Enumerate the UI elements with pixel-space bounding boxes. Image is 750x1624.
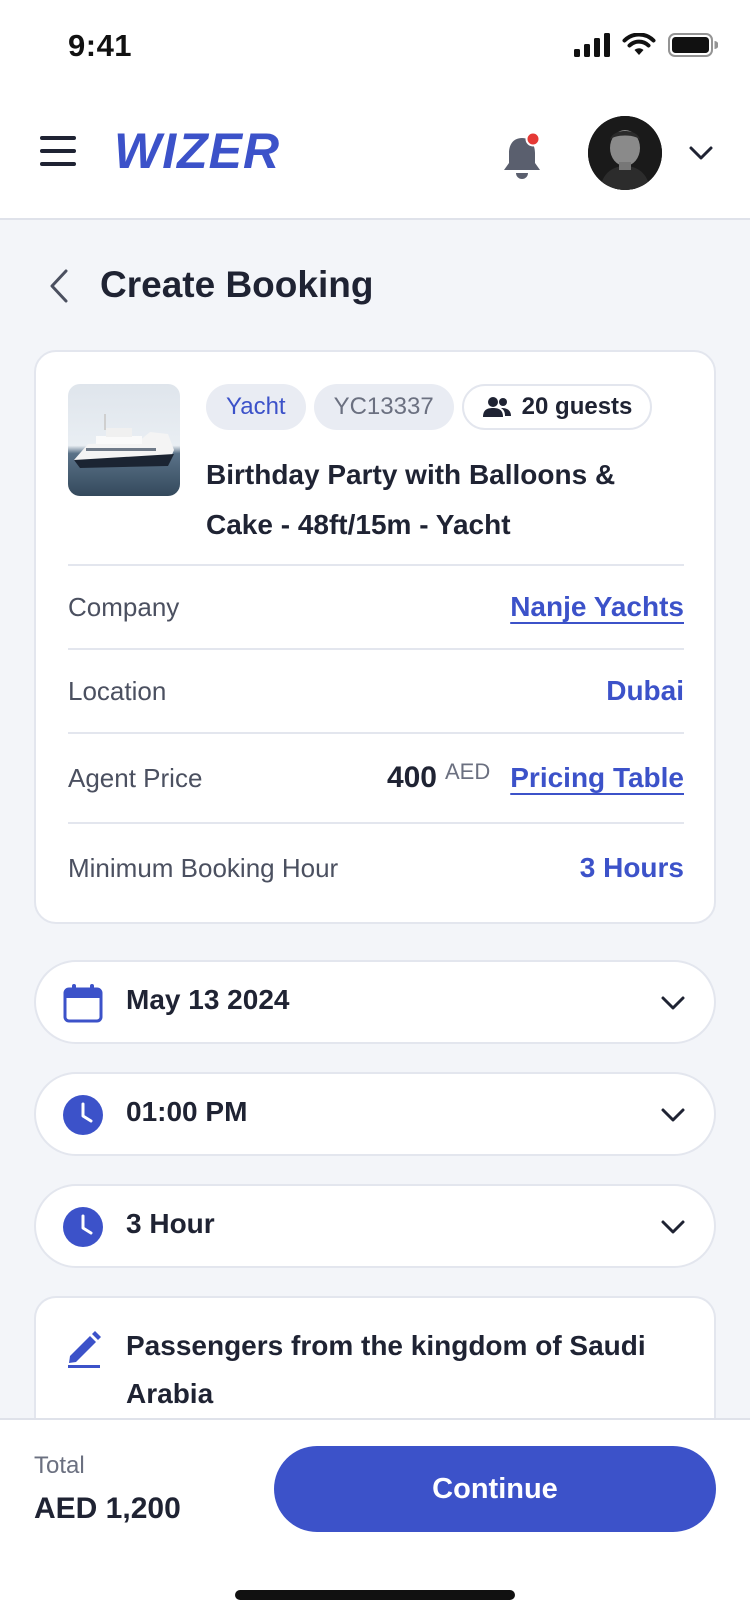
duration-select[interactable]: 3 Hour (34, 1184, 716, 1268)
guests-chip: 20 guests (461, 384, 653, 430)
yacht-thumbnail (68, 384, 180, 496)
app-bar: WIZER (0, 96, 750, 220)
company-label: Company (68, 591, 180, 622)
code-chip: YC13337 (313, 384, 454, 430)
chevron-down-icon (661, 1220, 685, 1234)
note-text: Passengers from the kingdom of Saudi Ara… (126, 1330, 646, 1409)
status-icons (574, 33, 718, 57)
pencil-icon (68, 1331, 101, 1368)
footer-bar: Total AED 1,200 Continue (0, 1418, 750, 1624)
menu-icon[interactable] (40, 136, 76, 170)
type-chip: Yacht (206, 384, 306, 430)
home-indicator (235, 1590, 515, 1600)
listing-card: Yacht YC13337 20 guests Birthday Party w… (34, 350, 716, 924)
location-value: Dubai (606, 675, 684, 706)
agent-price-label: Agent Price (68, 762, 203, 793)
continue-button[interactable]: Continue (274, 1446, 716, 1532)
chevron-down-icon (661, 996, 685, 1010)
agent-price-row: Agent Price 400 AED Pricing Table (68, 732, 684, 822)
time-value: 01:00 PM (126, 1096, 248, 1127)
page-header: Create Booking (0, 262, 750, 312)
bell-icon (504, 131, 541, 179)
clock-icon (63, 1207, 103, 1247)
company-row: Company Nanje Yachts (68, 564, 684, 648)
company-link[interactable]: Nanje Yachts (510, 591, 684, 623)
pricing-table-link[interactable]: Pricing Table (510, 762, 684, 794)
status-time: 9:41 (68, 28, 133, 63)
wifi-icon (622, 33, 656, 55)
date-value: May 13 2024 (126, 984, 290, 1015)
battery-icon (668, 33, 718, 57)
status-bar: 9:41 (0, 0, 750, 96)
agent-price-currency: AED (445, 759, 491, 784)
yacht-image (74, 414, 174, 468)
signal-icon (574, 33, 610, 57)
location-row: Location Dubai (68, 648, 684, 732)
listing-chips: Yacht YC13337 20 guests (206, 384, 653, 430)
back-icon[interactable] (44, 266, 74, 306)
profile-photo (588, 116, 662, 190)
min-hours-row: Minimum Booking Hour 3 Hours (68, 822, 684, 912)
guests-count: 20 guests (521, 393, 633, 420)
avatar[interactable] (588, 116, 662, 190)
min-hours-value: 3 Hours (579, 852, 684, 883)
total-label: Total (34, 1452, 85, 1479)
listing-title: Birthday Party with Balloons & Cake - 48… (206, 459, 616, 540)
agent-price-value: 400 (386, 761, 437, 794)
location-label: Location (68, 675, 167, 706)
calendar-icon (63, 984, 103, 1023)
page-title: Create Booking (100, 264, 374, 305)
clock-icon (63, 1095, 103, 1135)
users-icon (482, 397, 511, 417)
date-select[interactable]: May 13 2024 (34, 960, 716, 1044)
agent-price-group: 400 AED Pricing Table (386, 759, 684, 795)
total-value: AED 1,200 (34, 1492, 181, 1525)
chevron-down-icon (661, 1108, 685, 1122)
notification-button[interactable] (500, 131, 544, 182)
time-select[interactable]: 01:00 PM (34, 1072, 716, 1156)
note-card[interactable]: Passengers from the kingdom of Saudi Ara… (34, 1296, 716, 1436)
duration-value: 3 Hour (126, 1208, 215, 1239)
min-hours-label: Minimum Booking Hour (68, 852, 339, 883)
chevron-down-icon[interactable] (688, 144, 714, 162)
wizer-logo[interactable]: WIZER (114, 122, 280, 180)
